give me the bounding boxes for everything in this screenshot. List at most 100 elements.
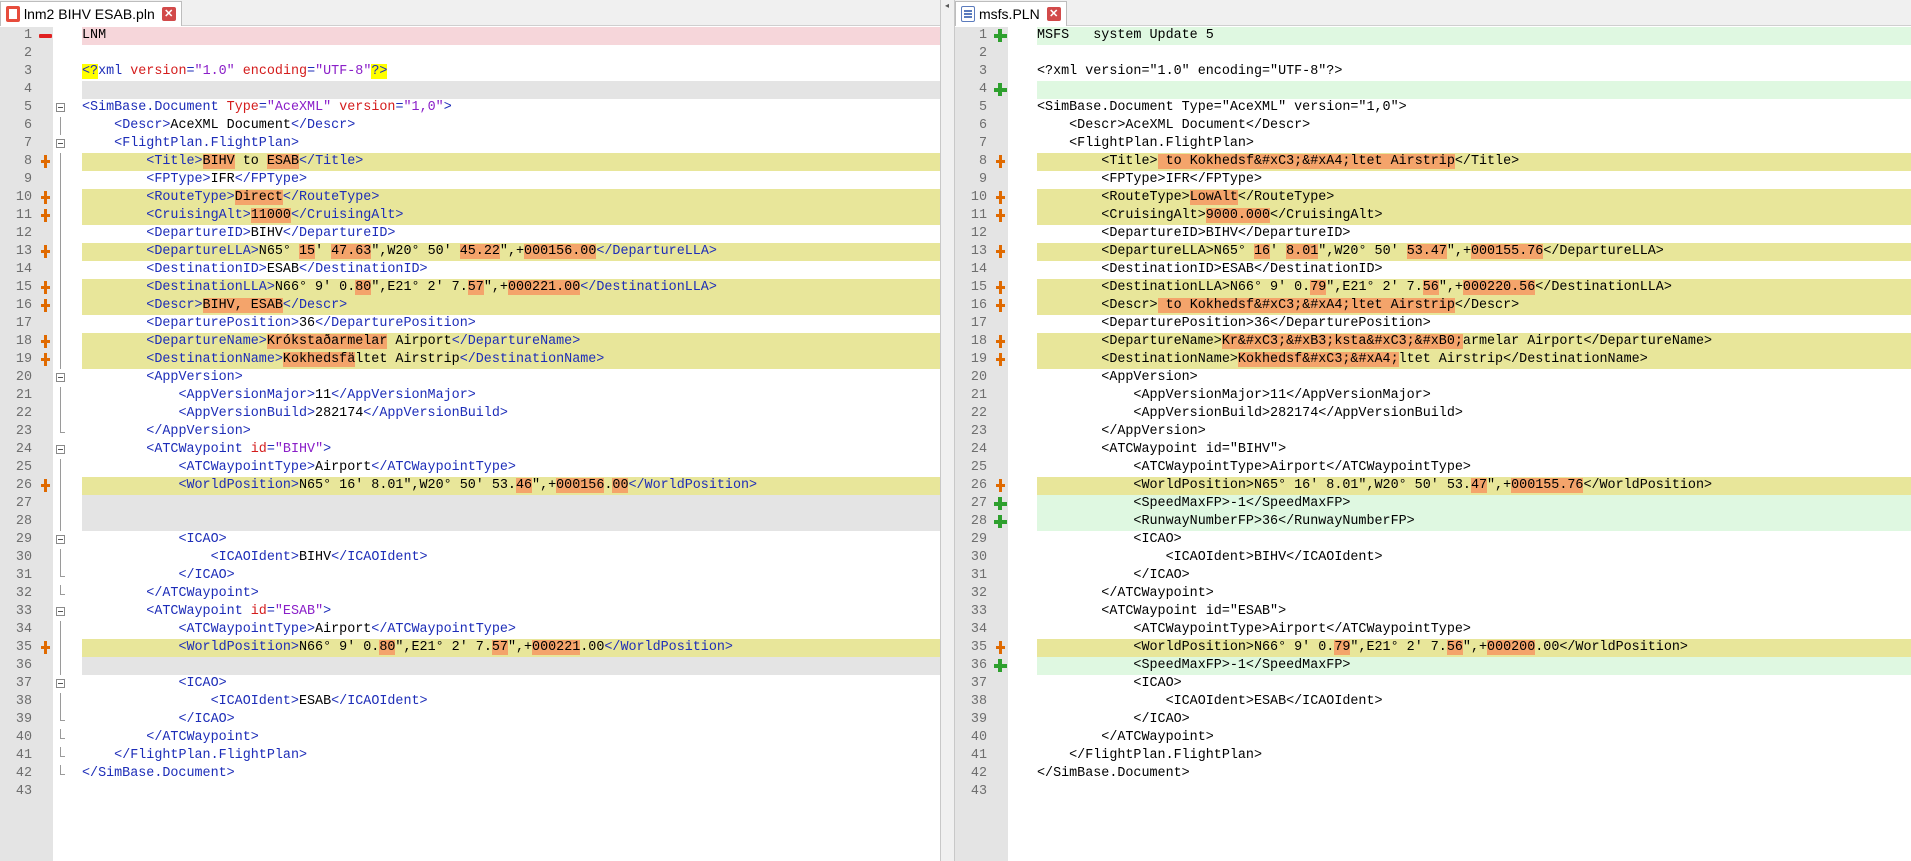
code-line[interactable]: 5 <SimBase.Document Type="AceXML" version… — [0, 99, 940, 117]
code-line[interactable]: 2 — [0, 45, 940, 63]
code-line[interactable]: 20 <AppVersion> — [955, 369, 1911, 387]
code-line[interactable]: 33 <ATCWaypoint id="ESAB"> — [955, 603, 1911, 621]
code-line[interactable]: 13 <DepartureLLA>N65° 16' 8.01",W20° 50'… — [955, 243, 1911, 261]
code-line[interactable]: 36 <SpeedMaxFP>-1</SpeedMaxFP> — [955, 657, 1911, 675]
code-line[interactable]: 43 — [0, 783, 940, 801]
code-line[interactable]: 8 <Title> to Kokhedsf&#xC3;&#xA4;ltet Ai… — [955, 153, 1911, 171]
code-line[interactable]: 21 <AppVersionMajor>11</AppVersionMajor> — [955, 387, 1911, 405]
code-line[interactable]: 40 </ATCWaypoint> — [955, 729, 1911, 747]
code-line[interactable]: 38 <ICAOIdent>ESAB</ICAOIdent> — [0, 693, 940, 711]
code-line[interactable]: 31 </ICAO> — [0, 567, 940, 585]
right-editor[interactable]: 1 MSFS system Update 5 2 3 <?xml version="1.… — [955, 27, 1911, 861]
code-line[interactable]: 9 <FPType>IFR</FPType> — [955, 171, 1911, 189]
code-line[interactable]: 25 <ATCWaypointType>Airport</ATCWaypoint… — [955, 459, 1911, 477]
code-line[interactable]: 18 <DepartureName>Krókstaðarmelar Airpor… — [0, 333, 940, 351]
code-line[interactable]: 39 </ICAO> — [0, 711, 940, 729]
code-line[interactable]: 3 <?xml version="1.0" encoding="UTF-8"?> — [955, 63, 1911, 81]
code-line[interactable]: 11 <CruisingAlt>11000</CruisingAlt> — [0, 207, 940, 225]
code-line[interactable]: 5 <SimBase.Document Type="AceXML" version… — [955, 99, 1911, 117]
code-line[interactable]: 16 <Descr> to Kokhedsf&#xC3;&#xA4;ltet A… — [955, 297, 1911, 315]
code-line[interactable]: 36 — [0, 657, 940, 675]
code-line[interactable]: 31 </ICAO> — [955, 567, 1911, 585]
fold-toggle-icon[interactable] — [56, 103, 65, 112]
code-line[interactable]: 9 <FPType>IFR</FPType> — [0, 171, 940, 189]
code-line[interactable]: 14 <DestinationID>ESAB</DestinationID> — [0, 261, 940, 279]
code-line[interactable]: 14 <DestinationID>ESAB</DestinationID> — [955, 261, 1911, 279]
code-line[interactable]: 1 MSFS system Update 5 — [955, 27, 1911, 45]
code-line[interactable]: 22 <AppVersionBuild>282174</AppVersionBu… — [0, 405, 940, 423]
tab-right-file[interactable]: msfs.PLN ✕ — [955, 1, 1067, 26]
code-line[interactable]: 7 <FlightPlan.FlightPlan> — [0, 135, 940, 153]
code-line[interactable]: 6 <Descr>AceXML Document</Descr> — [0, 117, 940, 135]
fold-toggle-icon[interactable] — [56, 679, 65, 688]
fold-toggle-icon[interactable] — [56, 535, 65, 544]
code-line[interactable]: 19 <DestinationName>Kokhedsf&#xC3;&#xA4;… — [955, 351, 1911, 369]
code-line[interactable]: 28 — [0, 513, 940, 531]
left-editor[interactable]: 1 LNM 2 3 <?xml version="1.0" encoding="UTF-… — [0, 27, 940, 861]
code-line[interactable]: 43 — [955, 783, 1911, 801]
code-line[interactable]: 26 <WorldPosition>N65° 16' 8.01",W20° 50… — [955, 477, 1911, 495]
code-line[interactable]: 4 — [0, 81, 940, 99]
code-line[interactable]: 6 <Descr>AceXML Document</Descr> — [955, 117, 1911, 135]
code-line[interactable]: 19 <DestinationName>Kokhedsfältet Airstr… — [0, 351, 940, 369]
code-line[interactable]: 28 <RunwayNumberFP>36</RunwayNumberFP> — [955, 513, 1911, 531]
code-line[interactable]: 35 <WorldPosition>N66° 9' 0.80",E21° 2' … — [0, 639, 940, 657]
code-line[interactable]: 38 <ICAOIdent>ESAB</ICAOIdent> — [955, 693, 1911, 711]
code-line[interactable]: 23 </AppVersion> — [0, 423, 940, 441]
code-line[interactable]: 17 <DeparturePosition>36</DeparturePosit… — [955, 315, 1911, 333]
code-line[interactable]: 21 <AppVersionMajor>11</AppVersionMajor> — [0, 387, 940, 405]
code-line[interactable]: 11 <CruisingAlt>9000.000</CruisingAlt> — [955, 207, 1911, 225]
code-line[interactable]: 42 </SimBase.Document> — [955, 765, 1911, 783]
code-line[interactable]: 37 <ICAO> — [0, 675, 940, 693]
code-line[interactable]: 26 <WorldPosition>N65° 16' 8.01",W20° 50… — [0, 477, 940, 495]
code-line[interactable]: 12 <DepartureID>BIHV</DepartureID> — [0, 225, 940, 243]
code-line[interactable]: 2 — [955, 45, 1911, 63]
code-line[interactable]: 24 <ATCWaypoint id="BIHV"> — [0, 441, 940, 459]
code-line[interactable]: 13 <DepartureLLA>N65° 15' 47.63",W20° 50… — [0, 243, 940, 261]
code-line[interactable]: 16 <Descr>BIHV, ESAB</Descr> — [0, 297, 940, 315]
code-line[interactable]: 39 </ICAO> — [955, 711, 1911, 729]
code-line[interactable]: 30 <ICAOIdent>BIHV</ICAOIdent> — [0, 549, 940, 567]
code-line[interactable]: 41 </FlightPlan.FlightPlan> — [0, 747, 940, 765]
code-line[interactable]: 15 <DestinationLLA>N66° 9' 0.79",E21° 2'… — [955, 279, 1911, 297]
code-line[interactable]: 15 <DestinationLLA>N66° 9' 0.80",E21° 2'… — [0, 279, 940, 297]
code-line[interactable]: 10 <RouteType>LowAlt</RouteType> — [955, 189, 1911, 207]
code-line[interactable]: 18 <DepartureName>Kr&#xC3;&#xB3;ksta&#xC… — [955, 333, 1911, 351]
code-line[interactable]: 8 <Title>BIHV to ESAB</Title> — [0, 153, 940, 171]
code-line[interactable]: 20 <AppVersion> — [0, 369, 940, 387]
fold-toggle-icon[interactable] — [56, 139, 65, 148]
code-line[interactable]: 42 </SimBase.Document> — [0, 765, 940, 783]
fold-toggle-icon[interactable] — [56, 607, 65, 616]
code-line[interactable]: 12 <DepartureID>BIHV</DepartureID> — [955, 225, 1911, 243]
code-line[interactable]: 4 — [955, 81, 1911, 99]
code-line[interactable]: 34 <ATCWaypointType>Airport</ATCWaypoint… — [955, 621, 1911, 639]
code-line[interactable]: 3 <?xml version="1.0" encoding="UTF-8"?> — [0, 63, 940, 81]
code-line[interactable]: 24 <ATCWaypoint id="BIHV"> — [955, 441, 1911, 459]
fold-toggle-icon[interactable] — [56, 373, 65, 382]
code-line[interactable]: 22 <AppVersionBuild>282174</AppVersionBu… — [955, 405, 1911, 423]
code-line[interactable]: 40 </ATCWaypoint> — [0, 729, 940, 747]
code-line[interactable]: 41 </FlightPlan.FlightPlan> — [955, 747, 1911, 765]
code-line[interactable]: 27 <SpeedMaxFP>-1</SpeedMaxFP> — [955, 495, 1911, 513]
pane-splitter[interactable]: ◂ — [940, 0, 955, 861]
code-line[interactable]: 1 LNM — [0, 27, 940, 45]
code-line[interactable]: 34 <ATCWaypointType>Airport</ATCWaypoint… — [0, 621, 940, 639]
close-icon[interactable]: ✕ — [1046, 7, 1061, 21]
code-line[interactable]: 29 <ICAO> — [0, 531, 940, 549]
code-line[interactable]: 23 </AppVersion> — [955, 423, 1911, 441]
code-line[interactable]: 33 <ATCWaypoint id="ESAB"> — [0, 603, 940, 621]
close-icon[interactable]: ✕ — [161, 7, 176, 21]
code-line[interactable]: 25 <ATCWaypointType>Airport</ATCWaypoint… — [0, 459, 940, 477]
code-line[interactable]: 32 </ATCWaypoint> — [955, 585, 1911, 603]
tab-left-file[interactable]: lnm2 BIHV ESAB.pln ✕ — [0, 1, 182, 26]
code-line[interactable]: 35 <WorldPosition>N66° 9' 0.79",E21° 2' … — [955, 639, 1911, 657]
fold-toggle-icon[interactable] — [56, 445, 65, 454]
code-line[interactable]: 10 <RouteType>Direct</RouteType> — [0, 189, 940, 207]
code-line[interactable]: 37 <ICAO> — [955, 675, 1911, 693]
code-line[interactable]: 29 <ICAO> — [955, 531, 1911, 549]
code-line[interactable]: 7 <FlightPlan.FlightPlan> — [955, 135, 1911, 153]
code-line[interactable]: 17 <DeparturePosition>36</DeparturePosit… — [0, 315, 940, 333]
code-line[interactable]: 30 <ICAOIdent>BIHV</ICAOIdent> — [955, 549, 1911, 567]
code-line[interactable]: 32 </ATCWaypoint> — [0, 585, 940, 603]
code-line[interactable]: 27 — [0, 495, 940, 513]
